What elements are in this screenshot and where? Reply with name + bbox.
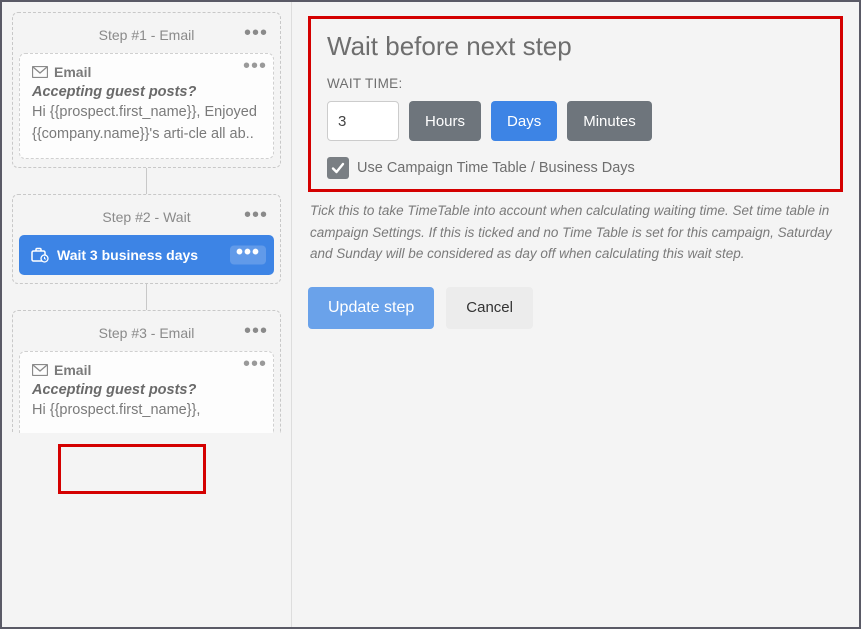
wait-value-input[interactable] [327,101,399,141]
email-body: Hi {{prospect.first_name}}, [32,400,261,422]
email-title: Email [54,362,91,378]
envelope-icon [32,66,48,78]
email-body: Hi {{prospect.first_name}}, Enjoyed {{co… [32,102,261,146]
unit-minutes-button[interactable]: Minutes [567,101,652,141]
connector-line [146,168,147,194]
hint-text: Tick this to take TimeTable into account… [310,200,841,265]
panel-title: Wait before next step [327,31,824,62]
step-menu-icon[interactable]: ••• [244,321,268,341]
step-header-label: Step #1 - Email [99,27,195,43]
email-card[interactable]: ••• Email Accepting guest posts? Hi {{pr… [19,351,274,434]
step-card-1[interactable]: Step #1 - Email ••• ••• Email Accepting … [12,12,281,168]
wait-time-label: WAIT TIME: [327,76,824,91]
main-panel: Wait before next step WAIT TIME: Hours D… [292,2,859,627]
email-subject: Accepting guest posts? [32,382,261,398]
email-card[interactable]: ••• Email Accepting guest posts? Hi {{pr… [19,53,274,159]
envelope-icon [32,364,48,376]
step-header-label: Step #2 - Wait [102,209,190,225]
step-header-label: Step #3 - Email [99,325,195,341]
email-subject: Accepting guest posts? [32,84,261,100]
update-step-button[interactable]: Update step [308,287,434,329]
unit-days-button[interactable]: Days [491,101,557,141]
cancel-button[interactable]: Cancel [446,287,533,329]
step-menu-icon[interactable]: ••• [244,23,268,43]
wait-label: Wait 3 business days [57,247,198,263]
email-menu-icon[interactable]: ••• [243,56,267,76]
unit-hours-button[interactable]: Hours [409,101,481,141]
connector-line [146,284,147,310]
steps-sidebar: Step #1 - Email ••• ••• Email Accepting … [2,2,292,627]
step-card-3[interactable]: Step #3 - Email ••• ••• Email Accepting … [12,310,281,434]
highlight-step3 [58,444,206,494]
business-days-label: Use Campaign Time Table / Business Days [357,160,635,176]
email-menu-icon[interactable]: ••• [243,354,267,374]
email-title: Email [54,64,91,80]
briefcase-clock-icon [31,247,49,263]
step-menu-icon[interactable]: ••• [244,205,268,225]
step-card-2[interactable]: Step #2 - Wait ••• Wait 3 business days … [12,194,281,284]
wait-menu-icon[interactable]: ••• [230,245,266,264]
business-days-checkbox[interactable] [327,157,349,179]
highlight-form-box: Wait before next step WAIT TIME: Hours D… [308,16,843,192]
wait-pill[interactable]: Wait 3 business days ••• [19,235,274,275]
